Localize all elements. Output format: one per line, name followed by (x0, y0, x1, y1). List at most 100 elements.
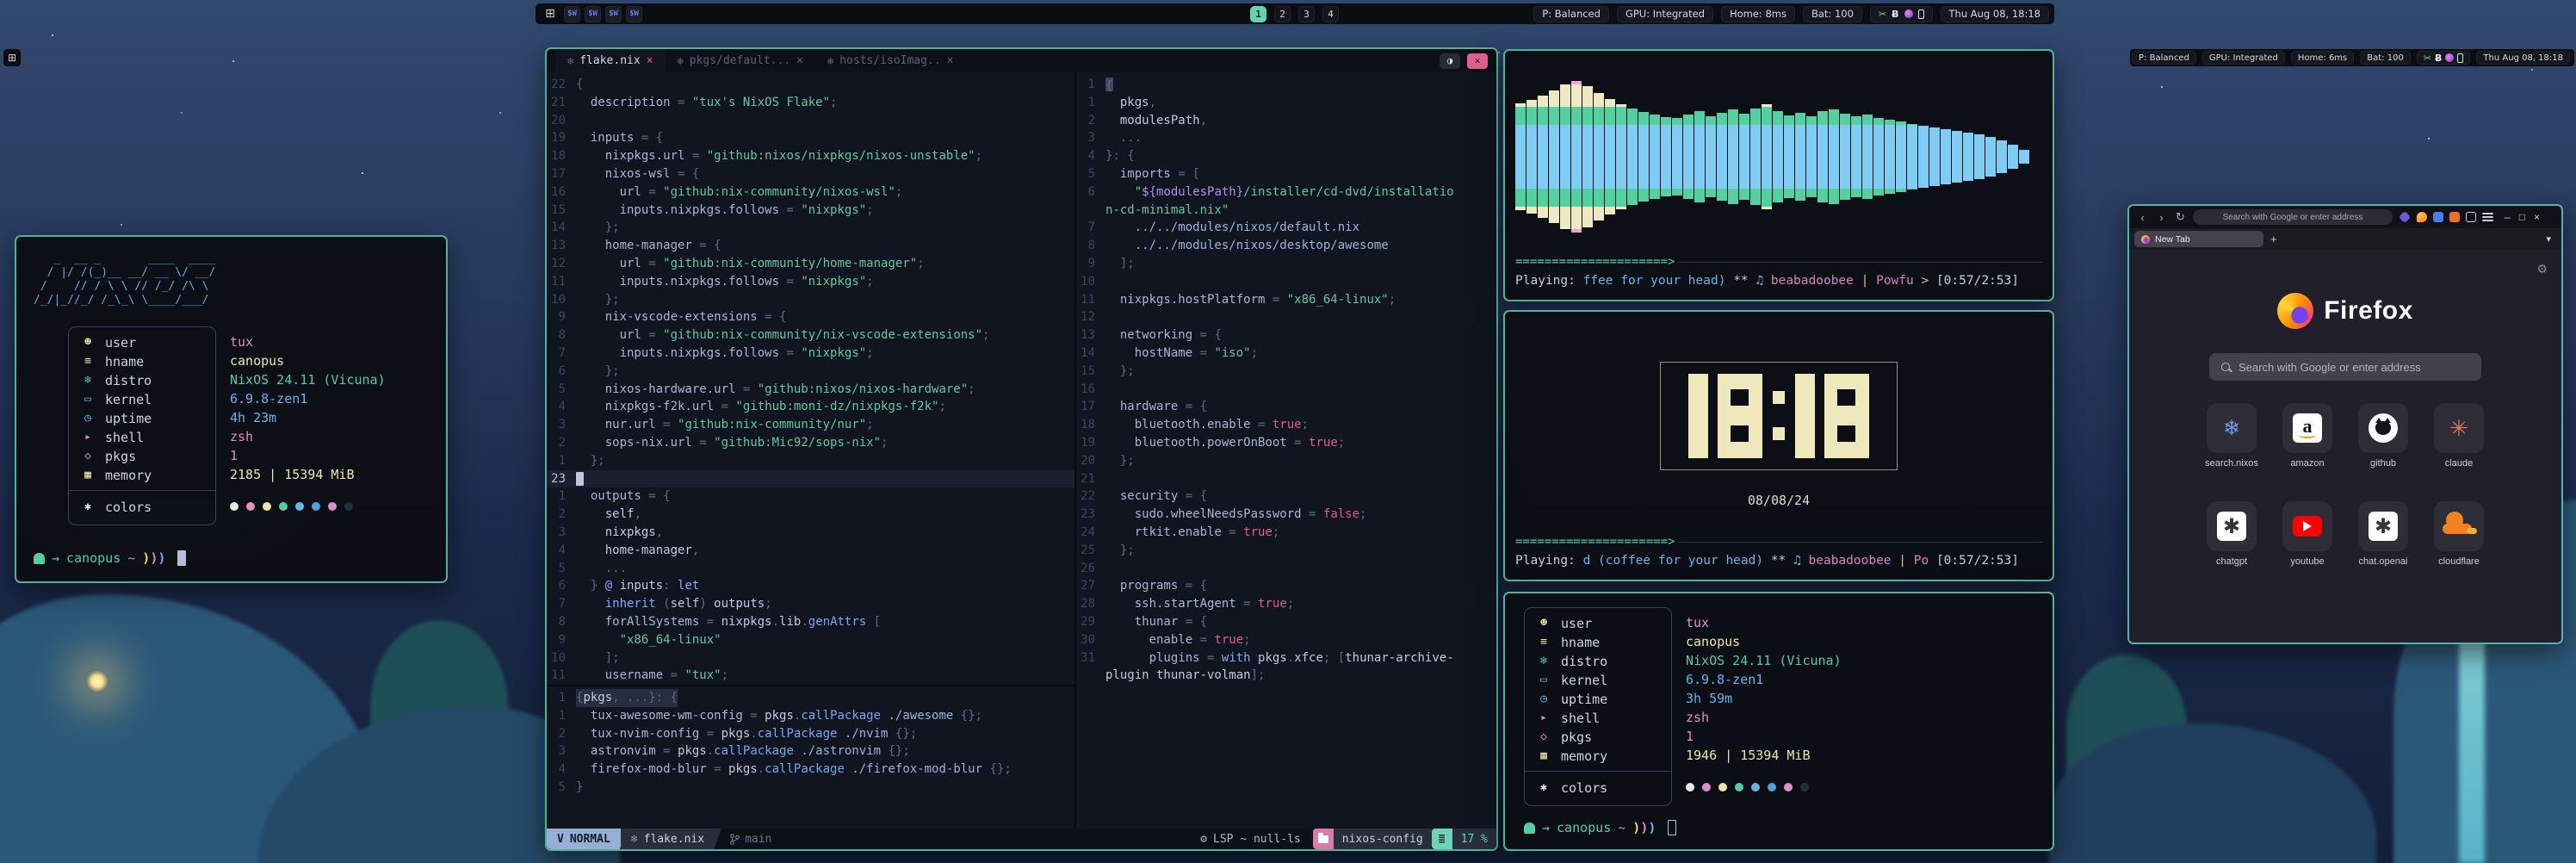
statusline-filename: ❄ flake.nix (621, 829, 721, 849)
minimize-button[interactable]: – (2505, 211, 2511, 223)
code-text: } (576, 779, 583, 797)
extension-icon-2[interactable] (2417, 212, 2427, 222)
tab-new-tab[interactable]: New Tab (2134, 231, 2263, 247)
nvim-tabline: ❄ flake.nix × ❄ pkgs/default... × ❄ host… (547, 49, 1496, 72)
tab-pkgs-default[interactable]: ❄ pkgs/default... × (666, 49, 815, 72)
close-button[interactable]: × (2534, 211, 2540, 223)
youtube-tile-box[interactable] (2282, 501, 2332, 551)
tab-close-icon[interactable]: × (947, 54, 954, 67)
forward-button[interactable]: › (2155, 211, 2168, 224)
gear-icon: ⚙ (1200, 833, 1207, 846)
waveform-bar (1985, 137, 1996, 177)
tray-icons[interactable]: ✂ Ƀ (1870, 6, 1933, 22)
code-text: nixpkgs.url = "github:nixos/nixpkgs/nixo… (576, 147, 982, 165)
app-menu-icon-left[interactable]: ⊞ (3, 49, 21, 66)
editor-pane-flake[interactable]: 22{21 description = "tux's NixOS Flake";… (547, 72, 1074, 686)
clock-module: Thu Aug 08, 18:18 (2476, 51, 2570, 65)
extension-icon-5[interactable] (2466, 212, 2476, 222)
window-icon[interactable]: $W (585, 6, 601, 22)
chat.openai-tile-box[interactable]: ✱ (2358, 501, 2408, 551)
workspace-1[interactable]: 1 (1250, 6, 1266, 22)
code-token (1105, 328, 1120, 342)
line-number: 22 (547, 76, 576, 94)
workspace-2[interactable]: 2 (1274, 6, 1291, 22)
line-number: 6 (547, 577, 576, 595)
github-tile-box[interactable] (2358, 403, 2408, 453)
buffer-toggle-button[interactable]: ◑ (1440, 53, 1460, 69)
code-token: = (779, 346, 801, 360)
code-line: 28 ssh.startAgent = true; (1076, 595, 1496, 613)
code-line: 17 hardware = { (1076, 398, 1496, 416)
workspace-3[interactable]: 3 (1298, 6, 1315, 22)
code-token: inputs.nixpkgs.follows (620, 203, 779, 217)
cloudflare-tile-box[interactable] (2434, 501, 2484, 551)
shortcut-tile[interactable]: ✱chat.openai (2358, 501, 2408, 551)
line-number: 9 (547, 631, 576, 649)
tray-icons[interactable]: ✂ Ƀ (2417, 51, 2471, 65)
tab-close-icon[interactable]: × (647, 54, 653, 67)
fetch-key: shell (1561, 709, 1600, 728)
chatgpt-tile-box[interactable]: ✱ (2207, 501, 2257, 551)
waveform-bar (1538, 96, 1548, 218)
shell-prompt[interactable]: → canopus ~ ))) (1524, 820, 2034, 835)
maximize-button[interactable]: □ (2519, 211, 2525, 223)
tab-label: New Tab (2155, 234, 2190, 245)
code-token (1105, 489, 1120, 503)
amazon-tile-box[interactable]: a (2282, 403, 2332, 453)
new-tab-button[interactable]: + (2270, 233, 2277, 245)
shell-prompt[interactable]: → canopus ~ ))) (34, 550, 429, 566)
waveform-bar (1672, 118, 1682, 196)
tab-list-dropdown[interactable]: ▾ (2546, 233, 2556, 245)
code-token (576, 400, 605, 413)
line-number: 23 (547, 470, 576, 488)
window-icon[interactable]: $W (626, 6, 642, 22)
fetch-key: colors (1561, 779, 1607, 798)
back-button[interactable]: ‹ (2136, 211, 2149, 224)
line-number: 3 (547, 742, 576, 761)
personalize-gear-icon[interactable]: ⚙ (2536, 262, 2548, 276)
shortcut-tile[interactable]: cloudflare (2434, 501, 2484, 551)
code-token (576, 744, 591, 758)
shortcut-tile[interactable]: ❄search.nixos (2207, 403, 2257, 453)
new-tab-page: ⚙ Firefox Search with Google or enter ad… (2129, 250, 2561, 643)
shortcut-tile[interactable]: ✱chatgpt (2207, 501, 2257, 551)
code-line: 22{ (547, 76, 1074, 94)
waveform-bar (1885, 120, 1895, 194)
shortcut-tile[interactable]: youtube (2282, 501, 2332, 551)
menu-button[interactable] (2482, 213, 2493, 221)
url-bar[interactable]: Search with Google or enter address (2193, 209, 2393, 225)
workspace-4[interactable]: 4 (1322, 6, 1339, 22)
fetch-value: NixOS 24.11 (Vicuna) (230, 370, 386, 389)
shortcut-tile[interactable]: github (2358, 403, 2408, 453)
extension-icon-3[interactable] (2433, 212, 2443, 222)
reload-button[interactable]: ↻ (2174, 210, 2187, 224)
editor-pane-isoimage[interactable]: 1{1 pkgs,2 modulesPath,3 ...4}: {5 impor… (1076, 72, 1496, 829)
code-token: "tux" (684, 668, 721, 682)
gpu-module: GPU: Integrated (1617, 6, 1713, 22)
window-icon[interactable]: $W (605, 6, 622, 22)
code-line: 18 bluetooth.enable = true; (1076, 416, 1496, 434)
terminal-cursor (1668, 820, 1676, 835)
fetch-value: NixOS 24.11 (Vicuna) (1686, 651, 1842, 670)
tab-flake-nix[interactable]: ❄ flake.nix × (555, 49, 666, 72)
tab-hosts-isoimage[interactable]: ❄ hosts/isoImag.. × (815, 49, 965, 72)
fetch-row: ☻user (1525, 614, 1671, 633)
buffer-close-button[interactable]: × (1467, 53, 1488, 69)
extension-icon-4[interactable] (2449, 212, 2460, 222)
window-icon[interactable]: $W (564, 6, 580, 22)
search.nixos-tile-box[interactable]: ❄ (2207, 403, 2257, 453)
shortcut-tile[interactable]: aamazon (2282, 403, 2332, 453)
extension-icon-1[interactable] (2399, 211, 2411, 223)
editor-pane-pkgs[interactable]: 1{pkgs, ...}: {1 tux-awesome-wm-config =… (547, 686, 1074, 829)
waveform-bar (1594, 93, 1604, 220)
shortcut-tile[interactable]: ✳claude (2434, 403, 2484, 453)
code-token: ./nvim (837, 727, 895, 741)
app-menu-icon[interactable]: ⊞ (541, 7, 560, 21)
code-text: }; (576, 363, 620, 381)
tab-close-icon[interactable]: × (796, 54, 803, 67)
line-number: 2 (1076, 112, 1105, 130)
search-input[interactable]: Search with Google or enter address (2209, 353, 2481, 381)
code-text: self, (576, 506, 641, 524)
claude-tile-box[interactable]: ✳ (2434, 403, 2484, 453)
prompt-arrow: → (52, 550, 59, 566)
